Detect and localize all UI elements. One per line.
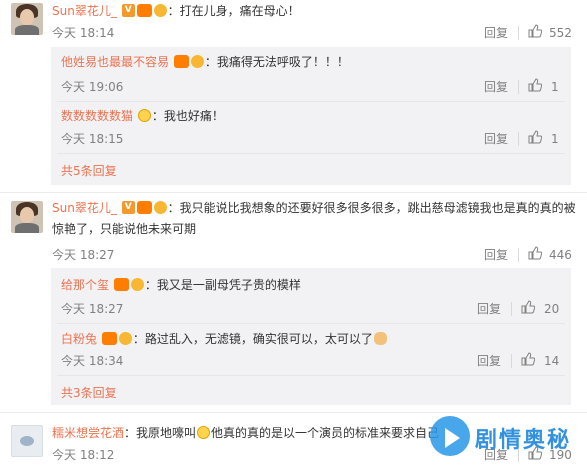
divider bbox=[518, 80, 519, 94]
divider bbox=[57, 375, 565, 376]
reply-username[interactable]: 给那个玺 bbox=[61, 278, 109, 292]
comment-text: ：打在儿身，痛在母心！ bbox=[167, 4, 300, 18]
vip-badge-icon bbox=[173, 55, 189, 68]
divider bbox=[518, 248, 519, 262]
like-count: 446 bbox=[549, 248, 572, 262]
reply-username[interactable]: 白粉兔 bbox=[61, 332, 97, 346]
emoji-badge-icon bbox=[137, 109, 151, 122]
more-replies-link[interactable]: 共3条回复 bbox=[61, 384, 117, 402]
reply-button[interactable]: 回复 bbox=[484, 247, 508, 263]
like-icon[interactable] bbox=[528, 24, 542, 38]
vip-badge-icon bbox=[136, 4, 152, 17]
fans-badge-icon bbox=[153, 201, 167, 214]
divider bbox=[511, 354, 512, 368]
vip-badge-icon bbox=[113, 278, 129, 291]
comment-username[interactable]: Sun翠花儿_ bbox=[52, 201, 117, 215]
fans-badge-icon bbox=[190, 55, 204, 68]
divider bbox=[57, 153, 565, 154]
reply-time: 今天 18:27 bbox=[61, 302, 124, 316]
reply-time: 今天 19:06 bbox=[61, 80, 124, 94]
comment-username[interactable]: Sun翠花儿_ bbox=[52, 4, 117, 18]
like-count: 1 bbox=[551, 132, 559, 146]
reply-button[interactable]: 回复 bbox=[484, 79, 508, 95]
divider bbox=[0, 192, 587, 193]
divider bbox=[0, 412, 587, 413]
comment-text: ：我只能说比我想象的还要好很多很多很多，跳出慈母滤镜我也是真的真的被 bbox=[167, 201, 576, 215]
avatar[interactable] bbox=[11, 3, 43, 35]
comment-text-continued: 惊艳了，只能说他未来可期 bbox=[52, 222, 197, 236]
watermark: 剧情奥秘 bbox=[430, 414, 580, 460]
comment-line: 糯米想尝花酒：我原地嚎叫 他真的真的是以一个演员的标准来要求自己 bbox=[52, 424, 439, 442]
verified-badge-icon: V bbox=[121, 201, 135, 214]
divider bbox=[57, 101, 565, 102]
comment-time: 今天 18:12 bbox=[52, 448, 115, 462]
reply-button[interactable]: 回复 bbox=[484, 131, 508, 147]
comment-username[interactable]: 糯米想尝花酒 bbox=[52, 426, 124, 440]
reply-button[interactable]: 回复 bbox=[477, 353, 501, 369]
reply-button[interactable]: 回复 bbox=[477, 301, 501, 317]
reply-time: 今天 18:15 bbox=[61, 132, 124, 146]
avatar[interactable] bbox=[11, 201, 43, 233]
crying-emoji-icon bbox=[197, 426, 211, 439]
play-logo-icon bbox=[430, 416, 470, 456]
verified-badge-icon: V bbox=[121, 4, 135, 17]
reply-text: ：路过乱入，无滤镜，确实很可以，太可以了 bbox=[132, 332, 373, 346]
more-replies-link[interactable]: 共5条回复 bbox=[61, 162, 117, 180]
reply-line: 数数数数数猫 ：我也好痛！ bbox=[61, 107, 224, 125]
reply-line: 白粉兔 ：路过乱入，无滤镜，确实很可以，太可以了 bbox=[61, 330, 388, 348]
clapping-emoji-icon bbox=[373, 332, 387, 345]
comment-text-after: 他真的真的是以一个演员的标准来要求自己 bbox=[211, 426, 440, 440]
reply-username[interactable]: 他姓易也最最不容易 bbox=[61, 55, 169, 69]
like-count: 552 bbox=[549, 26, 572, 40]
divider bbox=[518, 26, 519, 40]
comment-text: ：我原地嚎叫 bbox=[124, 426, 197, 440]
fans-badge-icon bbox=[118, 332, 132, 345]
reply-text: ：我又是一副母凭子贵的模样 bbox=[144, 278, 301, 292]
reply-time: 今天 18:34 bbox=[61, 354, 124, 368]
comment-line: Sun翠花儿_ V ：打在儿身，痛在母心！ bbox=[52, 2, 300, 20]
like-icon[interactable] bbox=[528, 246, 542, 260]
fans-badge-icon bbox=[130, 278, 144, 291]
reply-text: ：我痛得无法呼吸了！！！ bbox=[204, 55, 349, 69]
reply-username[interactable]: 数数数数数猫 bbox=[61, 109, 133, 123]
comment-time: 今天 18:27 bbox=[52, 248, 115, 262]
like-icon[interactable] bbox=[521, 300, 535, 314]
reply-line: 他姓易也最最不容易 ：我痛得无法呼吸了！！！ bbox=[61, 53, 349, 71]
divider bbox=[511, 302, 512, 316]
reply-text: ：我也好痛！ bbox=[151, 109, 224, 123]
divider bbox=[518, 132, 519, 146]
reply-button[interactable]: 回复 bbox=[484, 25, 508, 41]
divider bbox=[57, 323, 565, 324]
comment-time: 今天 18:14 bbox=[52, 26, 115, 40]
like-icon[interactable] bbox=[528, 130, 542, 144]
like-count: 20 bbox=[544, 302, 560, 316]
like-count: 14 bbox=[544, 354, 560, 368]
reply-line: 给那个玺 ：我又是一副母凭子贵的模样 bbox=[61, 276, 301, 294]
vip-badge-icon bbox=[101, 332, 117, 345]
watermark-text: 剧情奥秘 bbox=[475, 428, 572, 453]
vip-badge-icon bbox=[136, 201, 152, 214]
avatar[interactable] bbox=[11, 425, 43, 457]
like-count: 1 bbox=[551, 80, 559, 94]
comment-line: Sun翠花儿_ V ：我只能说比我想象的还要好很多很多很多，跳出慈母滤镜我也是真的… bbox=[52, 199, 576, 217]
fans-badge-icon bbox=[153, 4, 167, 17]
like-icon[interactable] bbox=[521, 352, 535, 366]
like-icon[interactable] bbox=[528, 78, 542, 92]
